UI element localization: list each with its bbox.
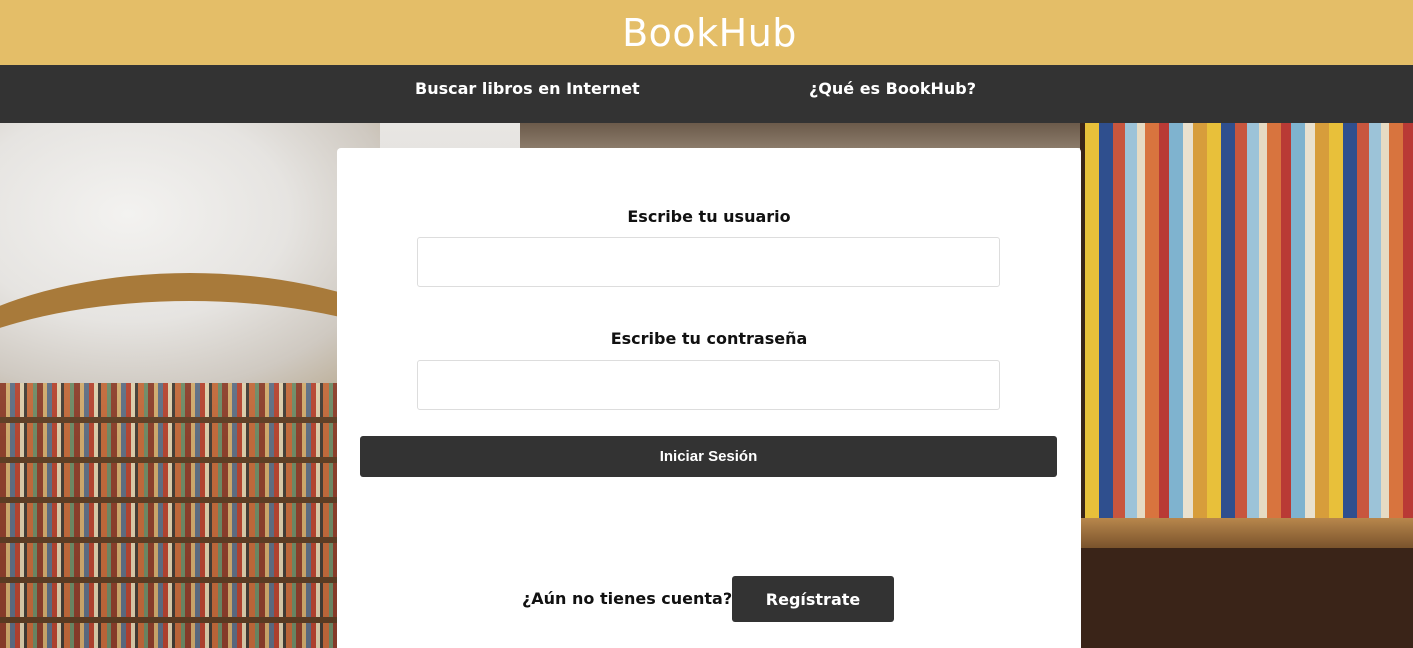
nav-link-que-es-bookhub[interactable]: ¿Qué es BookHub? <box>809 65 976 123</box>
register-row: ¿Aún no tienes cuenta? Regístrate <box>337 576 1081 622</box>
register-button[interactable]: Regístrate <box>732 576 894 622</box>
books-image <box>1085 123 1413 518</box>
top-header: BookHub <box>0 0 1413 65</box>
library-shelves-image <box>0 383 340 648</box>
main-navbar: Buscar libros en Internet ¿Qué es BookHu… <box>0 65 1413 123</box>
shelf-board-image <box>1080 518 1413 548</box>
register-question: ¿Aún no tienes cuenta? <box>522 589 733 608</box>
brand-title: BookHub <box>622 10 797 55</box>
login-card: Escribe tu usuario Escribe tu contraseña… <box>337 148 1081 648</box>
login-button[interactable]: Iniciar Sesión <box>360 436 1057 477</box>
nav-link-buscar-libros[interactable]: Buscar libros en Internet <box>415 65 640 123</box>
ceiling-beams-image <box>520 123 1080 148</box>
password-input[interactable] <box>417 360 1000 410</box>
username-input[interactable] <box>417 237 1000 287</box>
password-label: Escribe tu contraseña <box>610 329 808 348</box>
username-label: Escribe tu usuario <box>627 207 791 226</box>
